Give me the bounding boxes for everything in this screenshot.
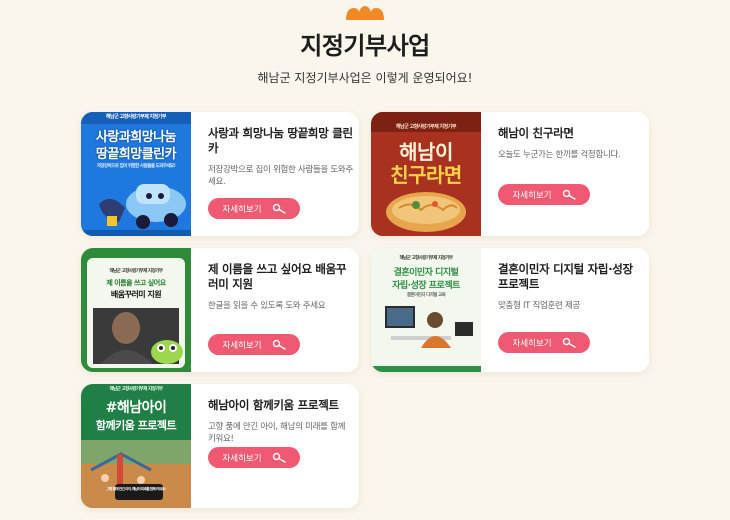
thumbnail-caption: 고향 품에 안긴 아이, 해남의 미래를 함께 키워요! <box>106 487 166 491</box>
detail-button-label: 자세히보기 <box>512 338 552 349</box>
thumbnail-caption: 해남군 고향사랑기부제 지정기부 <box>396 124 456 130</box>
card-description: 맞춤형 IT 직업훈련 제공 <box>498 301 580 311</box>
project-card-clean-car[interactable]: 해남군 고향사랑기부제 지정기부 사랑과희망나눔 땅끝희망클린카 저장강박으로 … <box>81 112 359 236</box>
card-title: 해남아이 함께키움 프로젝트 <box>208 398 339 412</box>
thumbnail-caption: 해남군 고향사랑기부제 지정기부 <box>399 256 453 261</box>
thumbnail-headline: 제 이름을 쓰고 싶어요 <box>106 279 166 287</box>
detail-button[interactable]: 자세히보기 <box>208 198 300 219</box>
thumbnail-headline: 결혼이민자 디지털 <box>393 268 459 278</box>
children-thumbnail: 해남군 고향사랑기부제 지정기부 #해남아이 함께키움 프로젝트 고향 품에 안… <box>81 384 191 508</box>
page-subtitle: 해남군 지정기부사업은 이렇게 운영되어요! <box>257 71 473 85</box>
thumbnail-headline: #해남아이 <box>105 400 167 416</box>
card-title: 사랑과 희망나눔 땅끝희망 클린카 <box>208 126 353 155</box>
thumbnail-caption: 해남군 고향사랑기부제 지정기부 <box>106 114 166 120</box>
card-description: 고향 품에 안긴 아이, 해남의 미래를 함께 키워요! <box>208 422 346 444</box>
detail-button-label: 자세히보기 <box>222 453 262 464</box>
card-description: 오늘도 누군가는 한끼를 걱정합니다. <box>498 150 621 160</box>
detail-button-label: 자세히보기 <box>222 340 262 351</box>
search-key-icon <box>272 203 286 214</box>
page-title: 지정기부사업 <box>300 32 430 60</box>
card-description: 한글을 읽을 수 있도록 도와 주세요 <box>208 301 326 311</box>
card-description: 저장강박으로 집이 위험한 사람들을 도와주세요. <box>208 165 353 187</box>
thumbnail-caption: 해남군 고향사랑기부제 지정기부 <box>109 269 163 274</box>
learning-kit-thumbnail: 해남군 고향사랑기부제 지정기부 제 이름을 쓰고 싶어요 배움꾸러미 지원 <box>81 248 191 372</box>
detail-button[interactable]: 자세히보기 <box>498 332 590 353</box>
card-title: 제 이름을 쓰고 싶어요 배움꾸러미 지원 <box>208 262 347 291</box>
card-title: 결혼이민자 디지털 자립·성장 프로젝트 <box>498 262 633 291</box>
project-card-ramen[interactable]: 해남군 고향사랑기부제 지정기부 해남이 친구라면 해남이 친구라면 오늘도 누… <box>371 112 649 236</box>
ramen-thumbnail: 해남군 고향사랑기부제 지정기부 해남이 친구라면 <box>371 112 481 236</box>
project-card-children[interactable]: 해남군 고향사랑기부제 지정기부 #해남아이 함께키움 프로젝트 고향 품에 안… <box>81 384 359 508</box>
search-key-icon <box>562 189 576 200</box>
detail-button-label: 자세히보기 <box>222 204 262 215</box>
clean-car-thumbnail: 해남군 고향사랑기부제 지정기부 사랑과희망나눔 땅끝희망클린카 저장강박으로 … <box>81 112 191 236</box>
thumbnail-headline: 자립·성장 프로젝트 <box>392 281 460 291</box>
detail-button[interactable]: 자세히보기 <box>208 334 300 355</box>
search-key-icon <box>272 339 286 350</box>
thumbnail-caption: 해남군 고향사랑기부제 지정기부 <box>109 387 163 392</box>
header-decoration <box>346 6 384 20</box>
card-title: 해남이 친구라면 <box>498 126 574 140</box>
project-card-digital[interactable]: 해남군 고향사랑기부제 지정기부 결혼이민자 디지털 자립·성장 프로젝트 결혼… <box>371 248 649 372</box>
thumbnail-headline: 배움꾸러미 지원 <box>110 290 162 299</box>
thumbnail-caption: 저장강박으로 집이 위험한 사람들을 도와주세요! <box>96 164 176 169</box>
search-key-icon <box>562 337 576 348</box>
detail-button[interactable]: 자세히보기 <box>498 184 590 205</box>
thumbnail-headline: 함께키움 프로젝트 <box>95 419 177 432</box>
search-key-icon <box>272 452 286 463</box>
digital-thumbnail: 해남군 고향사랑기부제 지정기부 결혼이민자 디지털 자립·성장 프로젝트 결혼… <box>371 248 481 372</box>
thumbnail-headline: 친구라면 <box>390 163 462 187</box>
detail-button-label: 자세히보기 <box>512 190 552 201</box>
thumbnail-caption: 결혼이민자 디지털 교육 <box>406 293 446 298</box>
detail-button[interactable]: 자세히보기 <box>208 447 300 468</box>
thumbnail-headline: 땅끝희망클린카 <box>95 147 177 162</box>
project-card-learning-kit[interactable]: 해남군 고향사랑기부제 지정기부 제 이름을 쓰고 싶어요 배움꾸러미 지원 제… <box>81 248 359 372</box>
